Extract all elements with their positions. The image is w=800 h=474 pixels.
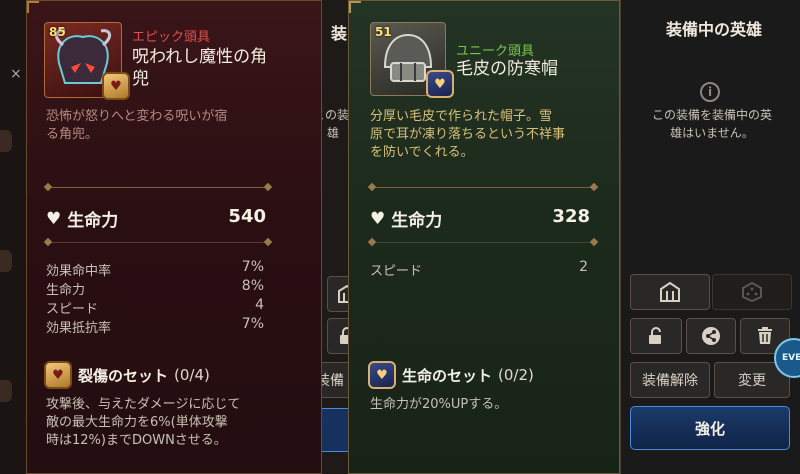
item-name: 毛皮の防寒帽 [456, 59, 558, 79]
item-name-line1: 呪われし魔性の角 [132, 47, 268, 67]
equipped-hero-panel [620, 0, 800, 474]
set-bonus-title: ♥ 生命のセット (0/2) [368, 361, 534, 389]
close-icon[interactable]: × [10, 66, 22, 82]
item-name-line2: 兜 [132, 69, 149, 89]
share-button[interactable] [686, 318, 736, 354]
set-description-line1: 攻撃後、与えたダメージに応じて [46, 397, 241, 412]
item-description-line1: 分厚い毛皮で作られた帽子。雪 [370, 109, 553, 124]
substat-label: 生命力 [46, 283, 86, 298]
set-heart-icon: ♥ [426, 70, 454, 98]
substat-value: 7% [241, 316, 264, 332]
share-icon [702, 327, 720, 345]
unlock-icon [649, 327, 661, 344]
heart-icon: ♥ [46, 208, 62, 229]
substat-value: 4 [255, 297, 264, 313]
substat-label: スピード [370, 264, 423, 279]
set-description-line3: 時は12%)までDOWNさせる。 [46, 433, 227, 448]
side-tab-marker [0, 130, 12, 152]
panel-title: 装 [331, 24, 348, 43]
substat-value: 7% [241, 259, 264, 275]
item-description-line2: 原で耳が凍り落ちるという不祥事 [370, 127, 566, 142]
enhance-button[interactable]: 強化 [630, 406, 790, 450]
substat-label: 効果命中率 [46, 264, 112, 279]
item-description-line3: を防いでくれる。 [370, 145, 474, 160]
item-description-line1: 恐怖が怒りへと変わる呪いが宿 [46, 109, 228, 124]
divider [372, 187, 594, 188]
main-stat-label: ♥ 生命力 [46, 208, 119, 232]
set-heart-icon: ♥ [44, 361, 72, 389]
main-stat-value: 328 [552, 206, 590, 227]
side-tab-marker [0, 380, 12, 402]
substat-value: 2 [579, 259, 588, 275]
main-stat-value: 540 [228, 206, 266, 227]
corner-ornament [27, 1, 39, 13]
item-description-line2: る角兜。 [46, 127, 99, 142]
lock-button[interactable] [630, 318, 682, 354]
unequip-button[interactable]: 装備解除 [630, 362, 710, 398]
set-heart-icon: ♥ [102, 72, 130, 100]
item-level: 51 [375, 25, 392, 39]
substat-label: スピード [46, 302, 99, 317]
set-bonus-title: ♥ 裂傷のセット (0/4) [44, 361, 210, 389]
side-tab-marker [0, 250, 12, 272]
set-description: 生命力が20%UPする。 [370, 397, 508, 412]
substat-label: 効果抵抗率 [46, 321, 112, 336]
item-rarity: ユニーク頭具 [456, 44, 535, 59]
main-stat-label: ♥ 生命力 [370, 208, 443, 232]
armor-icon [660, 282, 680, 302]
info-text-line1: この装備を装備中の英 [651, 108, 772, 122]
random-dice-button[interactable] [712, 274, 792, 310]
trash-icon [758, 327, 772, 344]
info-text: 雄 [327, 126, 340, 140]
substat-value: 8% [241, 278, 264, 294]
heart-icon: ♥ [370, 208, 386, 229]
panel-title: 装備中の英雄 [665, 20, 762, 39]
set-heart-icon: ♥ [368, 361, 396, 389]
info-text-line2: 雄はいません。 [670, 126, 754, 140]
corner-ornament [349, 1, 361, 13]
divider [372, 242, 594, 243]
item-level: 85 [49, 25, 66, 39]
dice-icon [742, 282, 762, 302]
info-icon: i [700, 82, 720, 102]
item-rarity: エピック頭具 [132, 30, 211, 45]
set-description-line2: 敵の最大生命力を6%(単体攻撃 [46, 415, 228, 430]
divider [48, 242, 268, 243]
preset-icon-button[interactable] [630, 274, 710, 310]
divider [48, 187, 268, 188]
